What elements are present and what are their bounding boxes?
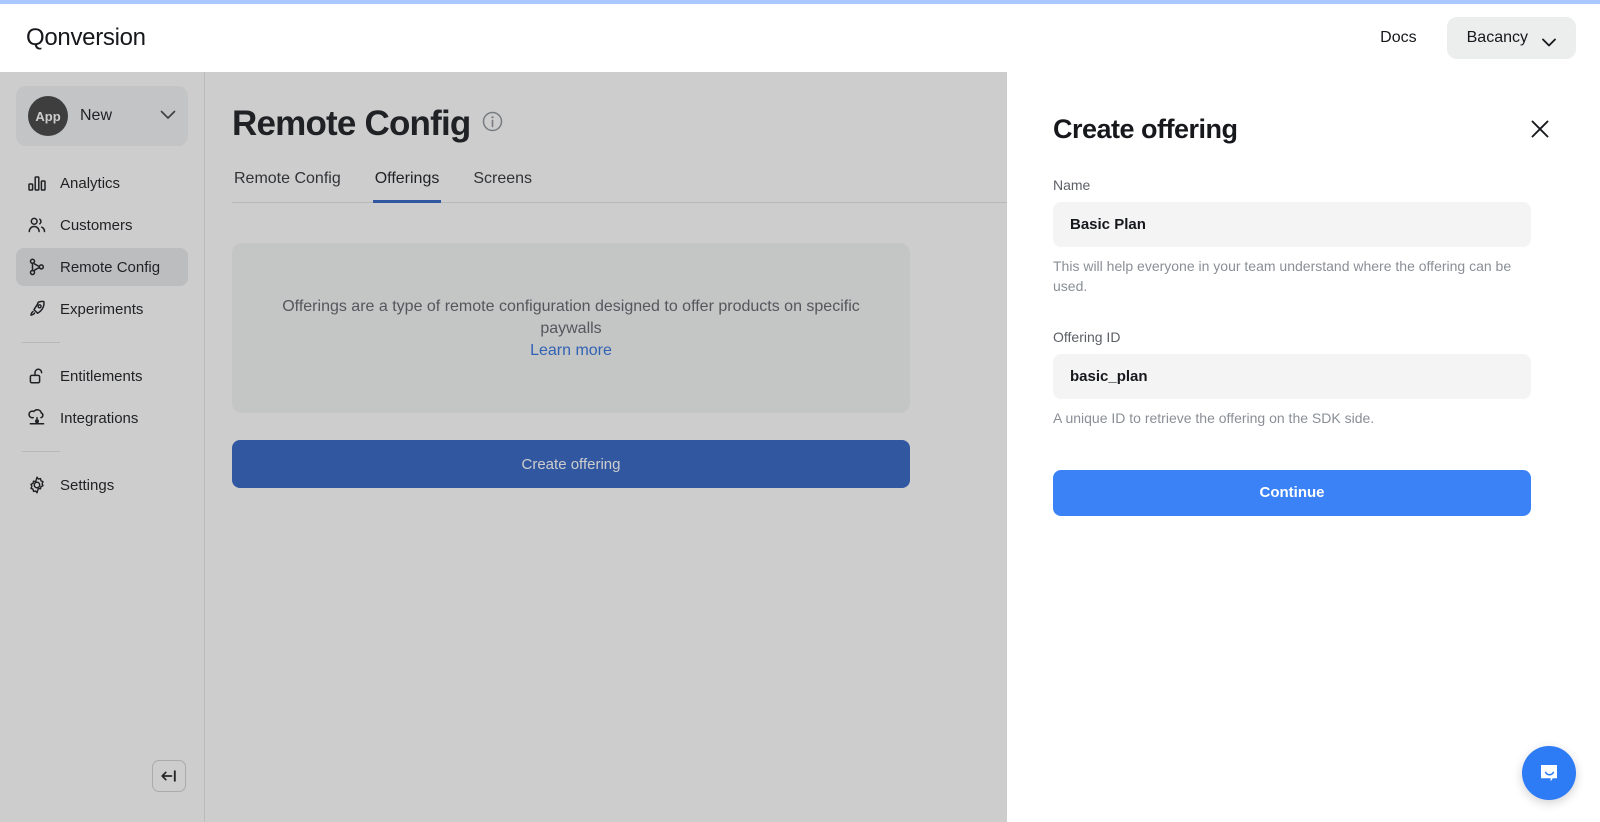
name-field-label: Name <box>1053 177 1091 193</box>
topnav-right-group: Docs Bacancy <box>1362 17 1576 59</box>
name-input[interactable] <box>1053 202 1531 247</box>
brand-logo[interactable]: Qonversion <box>26 24 146 52</box>
chat-bubble-icon <box>1541 765 1557 782</box>
page-loading-bar <box>0 0 1600 4</box>
offering-id-field-help: A unique ID to retrieve the offering on … <box>1053 409 1375 426</box>
chevron-down-icon <box>1542 34 1556 46</box>
offering-id-field-label: Offering ID <box>1053 328 1121 345</box>
offering-id-input[interactable] <box>1053 353 1531 399</box>
close-icon <box>1531 120 1549 138</box>
name-field-help: This will help everyone in your team und… <box>1053 258 1512 294</box>
drawer-header: Create offering <box>1053 114 1555 145</box>
close-button[interactable] <box>1525 114 1555 144</box>
chat-launcher-button[interactable] <box>1522 746 1576 800</box>
account-name: Bacancy <box>1466 29 1528 46</box>
continue-button[interactable]: Continue <box>1053 469 1531 516</box>
app-root: Qonversion Docs Bacancy App New Analytic… <box>0 0 1600 822</box>
create-offering-drawer: Create offering Name This will help ever… <box>1007 72 1600 822</box>
docs-link[interactable]: Docs <box>1362 19 1434 57</box>
drawer-title: Create offering <box>1053 114 1238 144</box>
account-menu-button[interactable]: Bacancy <box>1446 17 1576 59</box>
modal-overlay[interactable] <box>0 72 1007 822</box>
top-navigation-bar: Qonversion Docs Bacancy <box>0 4 1600 72</box>
